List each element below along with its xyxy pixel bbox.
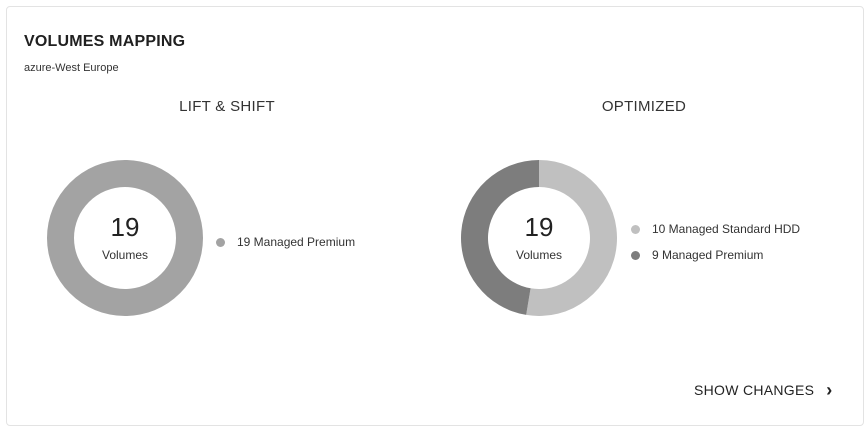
show-changes-label: SHOW CHANGES (694, 382, 815, 398)
optimized-total: 19 (524, 212, 554, 242)
legend-dot (631, 250, 640, 260)
legend-label: 10 Managed Standard HDD (652, 222, 801, 236)
card-subtitle: azure-West Europe (24, 62, 119, 74)
lift-shift-total: 19 (110, 212, 140, 242)
legend-item-managed-standard-hdd: 10 Managed Standard HDD (631, 222, 800, 236)
lift-shift-title: LIFT & SHIFT (179, 98, 275, 115)
legend-dot (216, 237, 225, 247)
card-title: VOLUMES MAPPING (24, 33, 186, 50)
legend-item-managed-premium-optimized: 9 Managed Premium (631, 248, 763, 262)
legend-item-managed-premium: 19 Managed Premium (216, 235, 355, 249)
legend-label: 19 Managed Premium (237, 235, 356, 249)
chevron-right-icon: › (826, 380, 833, 400)
lift-shift-total-label: Volumes (101, 248, 149, 262)
legend-dot (631, 224, 640, 234)
optimized-title: OPTIMIZED (601, 98, 687, 115)
legend-label: 9 Managed Premium (652, 248, 764, 262)
show-changes-button[interactable]: SHOW CHANGES › (694, 380, 833, 400)
optimized-total-label: Volumes (515, 248, 563, 262)
